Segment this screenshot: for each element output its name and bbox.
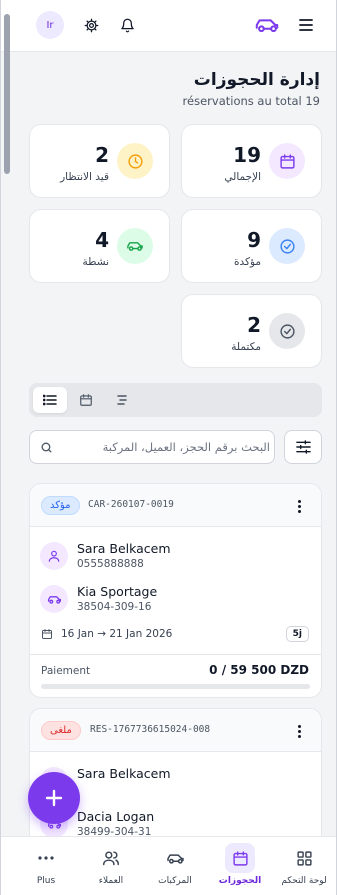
nav-item-more[interactable]: Plus	[14, 843, 78, 893]
nav-item-vehicles[interactable]: المركبات	[143, 843, 207, 893]
more-icon	[31, 843, 61, 873]
list-view-tab[interactable]	[33, 387, 67, 413]
booking-dates: 16 Jan → 21 Jan 2026	[61, 628, 173, 640]
nav-label: المركبات	[158, 876, 192, 886]
client-name: Sara Belkacem	[77, 766, 171, 781]
duration-badge: 5j	[285, 626, 309, 642]
timeline-icon	[117, 395, 127, 405]
vehicle-name: Kia Sportage	[77, 584, 158, 599]
nav-label: لوحة التحكم	[281, 876, 327, 886]
stat-label: الإجمالي	[224, 171, 261, 183]
stat-card-confirmed[interactable]: 9 مؤكدة	[181, 209, 322, 283]
stat-label: نشطة	[82, 256, 109, 268]
payment-progress-bar	[41, 684, 310, 689]
calendar-icon	[225, 843, 255, 873]
payment-label: Paiement	[41, 665, 91, 677]
stat-value: 2	[247, 313, 261, 337]
filter-button[interactable]	[284, 430, 322, 464]
sliders-icon	[295, 440, 311, 454]
client-phone: 0555888888	[77, 558, 144, 570]
add-booking-button[interactable]	[28, 772, 80, 824]
stat-label: مكتملة	[231, 341, 261, 353]
dashboard-icon	[289, 843, 319, 873]
avatar-initials: Ir	[46, 19, 54, 31]
stat-card-active[interactable]: 4 نشطة	[29, 209, 170, 283]
booking-reference: CAR-260107-0019	[88, 499, 174, 510]
stat-card-completed[interactable]: 2 مكتملة	[181, 294, 322, 368]
status-badge: مؤكد	[41, 496, 80, 515]
stat-card-pending[interactable]: 2 قيد الانتظار	[29, 124, 170, 198]
payment-value: 0 / 59 500 DZD	[209, 663, 309, 677]
nav-label: Plus	[36, 876, 56, 886]
booking-card[interactable]: مؤكد CAR-260107-0019 Sara Belkacem 05558…	[29, 483, 322, 698]
booking-card-header: ملغى RES-1767736615024-008	[30, 709, 321, 752]
vehicle-plate: 38504-309-16	[77, 601, 152, 613]
stat-value: 4	[95, 228, 109, 252]
top-bar: Ir	[1, 0, 336, 52]
more-options-icon[interactable]	[291, 722, 307, 740]
more-options-icon[interactable]	[291, 497, 307, 515]
user-icon	[40, 542, 68, 570]
timeline-view-tab[interactable]	[105, 387, 139, 413]
clock-icon	[117, 143, 153, 179]
nav-label: الحجوزات	[218, 876, 262, 886]
hamburger-menu-icon[interactable]	[295, 14, 317, 36]
stat-value: 2	[95, 143, 109, 167]
booking-reference: RES-1767736615024-008	[90, 724, 211, 735]
stat-card-total[interactable]: 19 الإجمالي	[181, 124, 322, 198]
check-circle-icon	[269, 313, 305, 349]
bell-icon[interactable]	[116, 14, 138, 36]
list-icon	[43, 394, 57, 406]
bottom-navigation: لوحة التحكم الحجوزات المركبات العملاء Pl…	[1, 836, 336, 895]
search-input[interactable]	[64, 431, 270, 463]
calendar-view-tab[interactable]	[69, 387, 103, 413]
calendar-icon	[42, 629, 52, 639]
car-icon	[117, 228, 153, 264]
car-logo-icon[interactable]	[253, 14, 281, 36]
calendar-icon	[269, 143, 305, 179]
stat-value: 19	[233, 143, 261, 167]
plus-icon	[45, 789, 63, 807]
nav-label: العملاء	[98, 876, 124, 886]
avatar[interactable]: Ir	[36, 11, 64, 39]
car-icon	[160, 843, 190, 873]
app-frame: Ir إدارة الحجوزات réservations au total …	[0, 0, 337, 895]
booking-card-header: مؤكد CAR-260107-0019	[30, 484, 321, 527]
car-icon	[40, 585, 68, 613]
page-title: إدارة الحجوزات	[193, 70, 320, 90]
stat-label: مؤكدة	[233, 256, 261, 268]
client-name: Sara Belkacem	[77, 541, 171, 556]
scrollbar[interactable]	[4, 14, 10, 174]
check-circle-icon	[269, 228, 305, 264]
nav-item-clients[interactable]: العملاء	[79, 843, 143, 893]
nav-item-bookings[interactable]: الحجوزات	[208, 843, 272, 893]
settings-gear-icon[interactable]	[80, 14, 102, 36]
calendar-icon	[80, 394, 92, 406]
stat-value: 9	[247, 228, 261, 252]
search-icon	[41, 442, 52, 453]
vehicle-name: Dacia Logan	[77, 809, 155, 824]
status-badge: ملغى	[41, 721, 81, 740]
nav-item-dashboard[interactable]: لوحة التحكم	[272, 843, 336, 893]
page-subtitle: réservations au total 19	[182, 94, 320, 108]
users-icon	[96, 843, 126, 873]
search-box	[29, 430, 275, 464]
payment-section: Paiement 0 / 59 500 DZD	[30, 654, 321, 697]
view-toggle	[29, 383, 322, 417]
stat-label: قيد الانتظار	[60, 171, 109, 183]
